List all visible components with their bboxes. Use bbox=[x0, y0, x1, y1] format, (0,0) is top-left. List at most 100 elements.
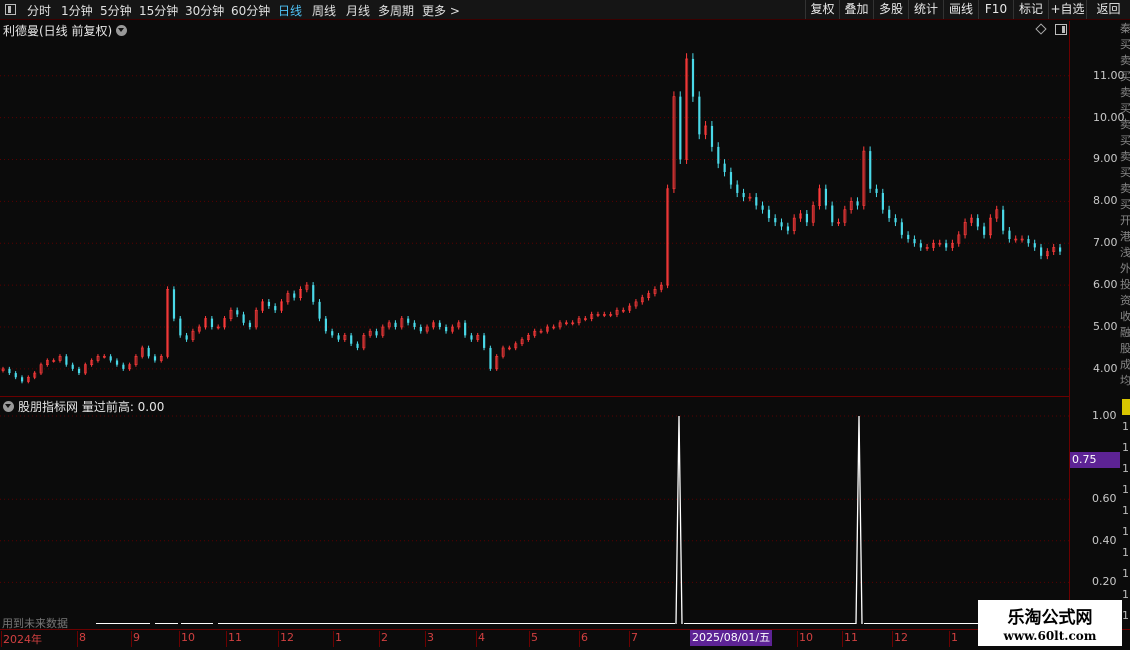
signal-spike bbox=[675, 415, 683, 625]
side-tick: 1 bbox=[1122, 483, 1129, 496]
side-tick: 1 bbox=[1122, 504, 1129, 517]
overlay-button[interactable]: 叠加 bbox=[839, 0, 873, 19]
tab-5min[interactable]: 5分钟 bbox=[100, 2, 132, 19]
panel-divider[interactable] bbox=[0, 396, 1069, 397]
tab-multi-period[interactable]: 多周期 bbox=[378, 2, 414, 19]
candle-body bbox=[242, 314, 245, 323]
candle-body bbox=[723, 163, 726, 173]
tab-monthly[interactable]: 月线 bbox=[346, 2, 370, 19]
date-tick-label: 10 bbox=[181, 631, 195, 644]
side-tick: 1 bbox=[1122, 462, 1129, 475]
date-separator bbox=[629, 631, 630, 647]
date-tick-label: 5 bbox=[531, 631, 538, 644]
candle-body bbox=[913, 239, 916, 244]
tab-15min[interactable]: 15分钟 bbox=[139, 2, 178, 19]
tab-weekly[interactable]: 周线 bbox=[312, 2, 336, 19]
price-tick-label: 7.00 bbox=[1093, 236, 1118, 250]
side-glyph: 均 bbox=[1120, 374, 1130, 387]
mark-button[interactable]: 标记 bbox=[1013, 0, 1048, 19]
candle-body bbox=[407, 318, 410, 323]
more-menu[interactable]: 更多 > bbox=[422, 2, 460, 19]
date-separator bbox=[131, 631, 132, 647]
side-glyph: 港 bbox=[1120, 230, 1130, 243]
stats-button[interactable]: 统计 bbox=[908, 0, 943, 19]
candle-body bbox=[805, 213, 809, 223]
candle-body bbox=[710, 125, 714, 147]
menu-icon[interactable] bbox=[5, 4, 16, 15]
candle-body bbox=[350, 335, 353, 344]
panel-toggle-icon[interactable] bbox=[1055, 24, 1067, 35]
f10-button[interactable]: F10 bbox=[978, 0, 1013, 19]
tab-30min[interactable]: 30分钟 bbox=[185, 2, 224, 19]
axis-separator bbox=[1069, 21, 1070, 629]
watermark-url: www.60lt.com bbox=[1003, 629, 1097, 643]
main-chart-title[interactable]: 利德曼(日线 前复权) bbox=[3, 22, 128, 39]
watermark-logo: 乐淘公式网 www.60lt.com bbox=[978, 600, 1122, 646]
date-tick-label: 1 bbox=[951, 631, 958, 644]
indicator-tick-label: 0.60 bbox=[1092, 492, 1117, 506]
date-separator bbox=[379, 631, 380, 647]
candle-body bbox=[8, 368, 11, 374]
candle-body bbox=[717, 146, 720, 164]
candle-body bbox=[755, 197, 758, 206]
multi-stock-button[interactable]: 多股 bbox=[873, 0, 908, 19]
candle-body bbox=[856, 201, 859, 206]
candle-body bbox=[77, 368, 81, 374]
side-glyph: 成 bbox=[1120, 358, 1130, 371]
candle-body bbox=[983, 226, 986, 235]
date-tick-label: 8 bbox=[79, 631, 86, 644]
date-separator bbox=[1, 631, 2, 647]
side-tick: 1 bbox=[1122, 420, 1129, 433]
candle-body bbox=[761, 205, 764, 210]
side-glyph: 买 bbox=[1120, 102, 1130, 115]
candle-body bbox=[1033, 243, 1036, 248]
price-tick-label: 6.00 bbox=[1093, 278, 1118, 292]
candle-body bbox=[824, 188, 828, 206]
chevron-down-icon[interactable] bbox=[116, 25, 128, 36]
draw-line-button[interactable]: 画线 bbox=[943, 0, 978, 19]
candle-body bbox=[742, 192, 745, 198]
tab-intraday[interactable]: 分时 bbox=[27, 2, 51, 19]
candle-body bbox=[875, 188, 878, 193]
candle-body bbox=[324, 318, 327, 332]
side-tick: 1 bbox=[1122, 546, 1129, 559]
side-glyph: 浅 bbox=[1120, 246, 1130, 259]
candle-body bbox=[20, 377, 24, 382]
side-glyph: 收 bbox=[1120, 310, 1130, 323]
back-button[interactable]: 返回 bbox=[1086, 0, 1130, 19]
candle-body bbox=[65, 356, 68, 365]
add-watchlist-button[interactable]: +自选 bbox=[1048, 0, 1086, 19]
candle-body bbox=[869, 151, 872, 189]
side-glyph: 买 bbox=[1120, 198, 1130, 211]
date-separator bbox=[179, 631, 180, 647]
tab-daily[interactable]: 日线 bbox=[278, 2, 302, 19]
stock-name-label: 利德曼(日线 前复权) bbox=[3, 24, 113, 38]
candle-body bbox=[679, 96, 682, 160]
candle-body bbox=[1059, 247, 1062, 252]
price-chart[interactable] bbox=[0, 38, 1069, 394]
cursor-value-label: 0.75 bbox=[1070, 452, 1120, 468]
date-axis: 2024年 8 9 10 11 12 1 2 3 4 5 6 7 10 11 12 1 bbox=[0, 629, 1130, 650]
date-separator bbox=[892, 631, 893, 647]
candle-body bbox=[736, 184, 739, 193]
candle-body bbox=[831, 205, 834, 223]
date-separator bbox=[425, 631, 426, 647]
date-tick-label: 9 bbox=[133, 631, 140, 644]
side-glyph: 股 bbox=[1120, 342, 1130, 355]
adjust-button[interactable]: 复权 bbox=[805, 0, 839, 19]
tab-1min[interactable]: 1分钟 bbox=[61, 2, 93, 19]
side-tick: 1 bbox=[1122, 567, 1129, 580]
candle-body bbox=[698, 96, 701, 135]
date-tick-label: 11 bbox=[844, 631, 858, 644]
side-tick: 1 bbox=[1122, 525, 1129, 538]
candle-body bbox=[419, 326, 422, 332]
candle-body bbox=[976, 218, 979, 227]
side-glyph: 秦 bbox=[1120, 22, 1130, 35]
tab-60min[interactable]: 60分钟 bbox=[231, 2, 270, 19]
diamond-icon[interactable] bbox=[1035, 23, 1047, 35]
candle-body bbox=[318, 301, 321, 319]
side-glyph: 投 bbox=[1120, 278, 1130, 291]
candle-body bbox=[774, 218, 777, 223]
candle-body bbox=[691, 58, 695, 97]
indicator-chart[interactable] bbox=[0, 398, 1069, 629]
